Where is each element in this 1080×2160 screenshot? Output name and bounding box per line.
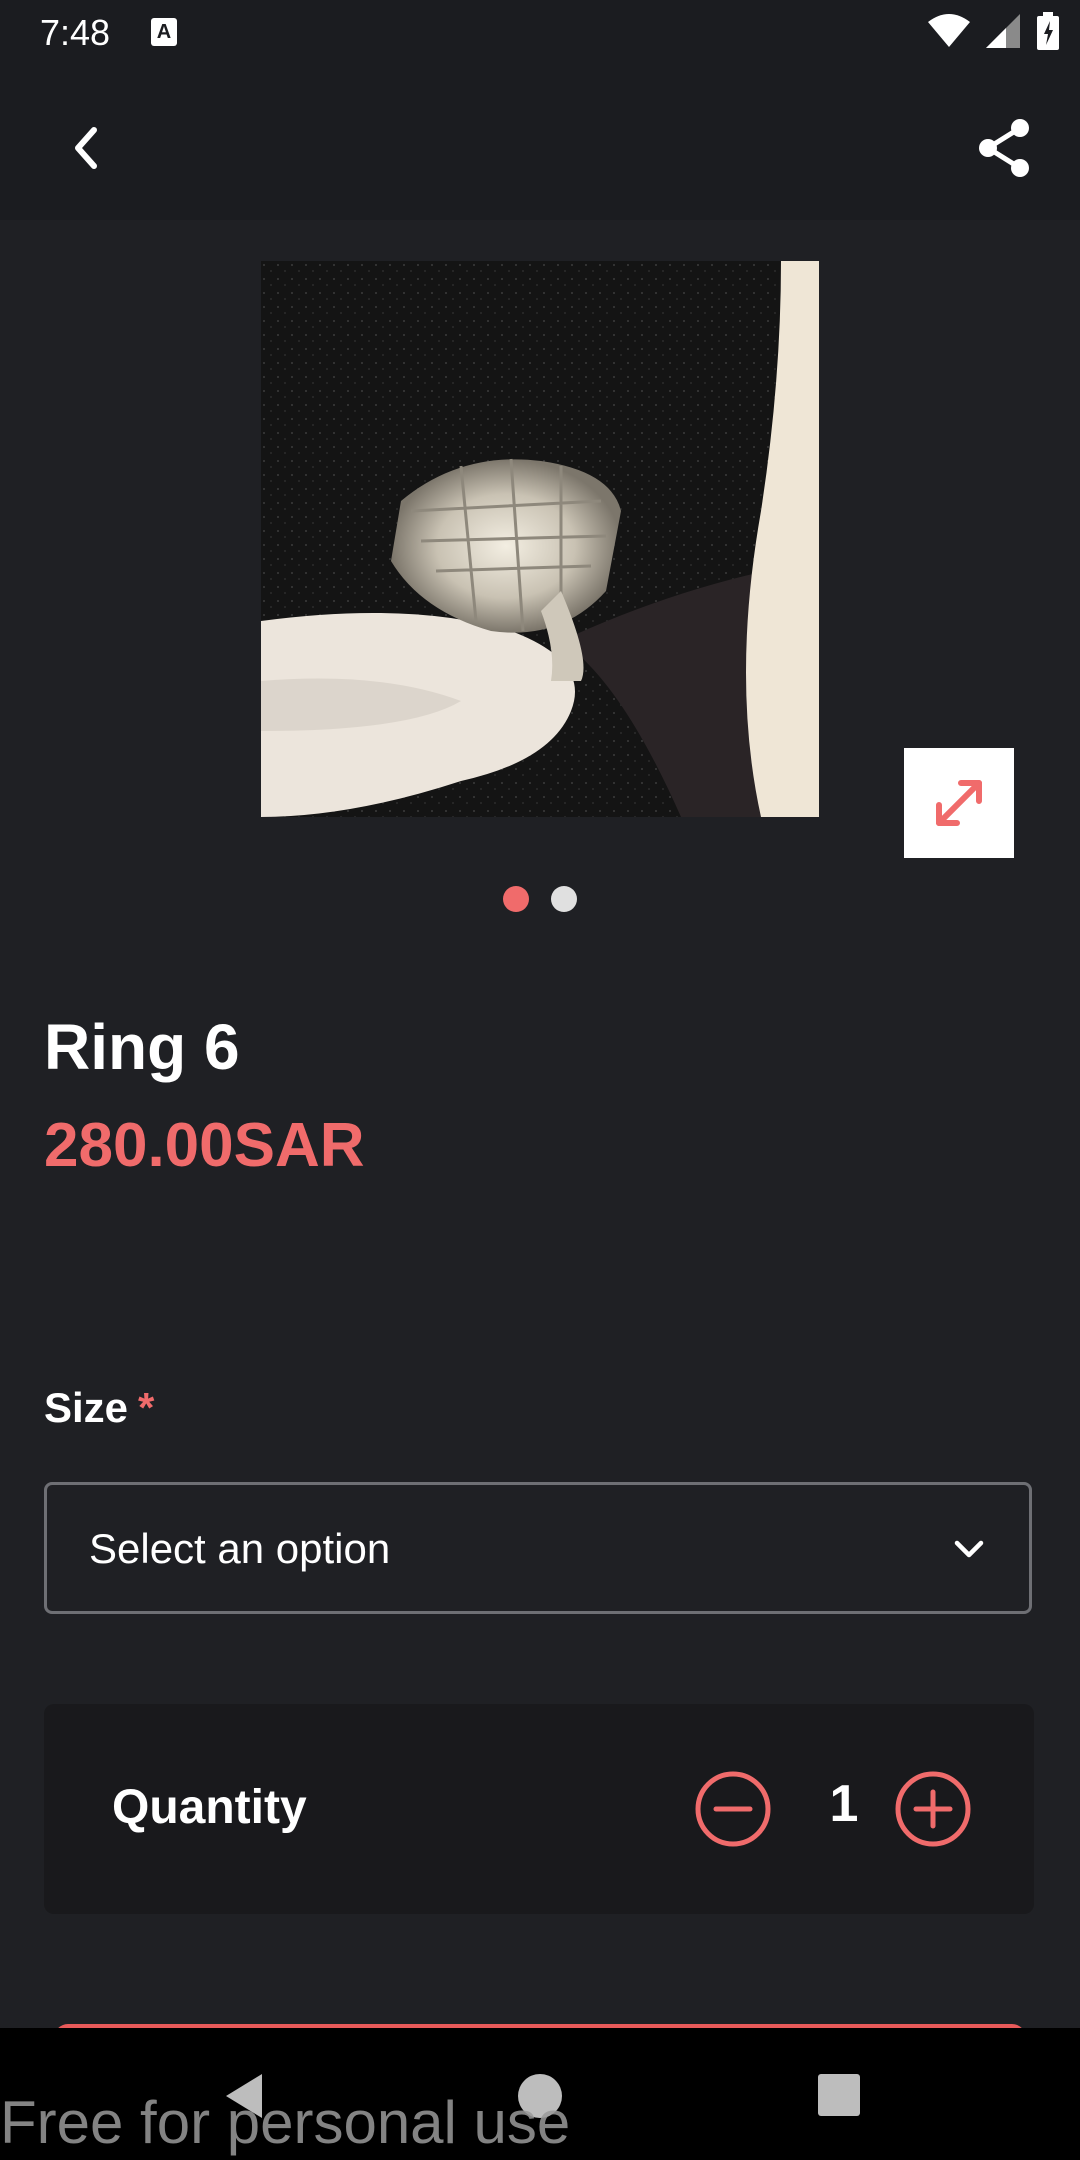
- ring-photo: [261, 261, 819, 817]
- app-bar: [0, 68, 1080, 220]
- chevron-down-icon: [954, 1540, 984, 1558]
- chevron-left-icon: [75, 127, 97, 169]
- status-bar: 7:48 A: [0, 0, 1080, 68]
- watermark: Free for personal use: [0, 2089, 571, 2156]
- battery-icon: [1037, 12, 1059, 50]
- pagination-dot-active[interactable]: [503, 886, 529, 912]
- signal-icon: [986, 14, 1020, 48]
- decrease-quantity-button[interactable]: [694, 1770, 772, 1848]
- notification-icon: A: [151, 18, 177, 46]
- share-icon: [979, 119, 1029, 177]
- size-label-text: Size: [44, 1384, 129, 1431]
- product-image[interactable]: [261, 261, 819, 817]
- expand-icon: [936, 780, 982, 826]
- pagination-dot[interactable]: [551, 886, 577, 912]
- quantity-label: Quantity: [112, 1781, 307, 1834]
- required-mark: *: [138, 1384, 155, 1431]
- size-label: Size *: [44, 1384, 154, 1432]
- share-button[interactable]: [968, 112, 1040, 184]
- status-time: 7:48: [40, 12, 111, 53]
- back-button[interactable]: [50, 112, 122, 184]
- increase-quantity-button[interactable]: [894, 1770, 972, 1848]
- status-icons: [928, 12, 1060, 50]
- size-select[interactable]: Select an option: [44, 1482, 1032, 1614]
- nav-recents-icon[interactable]: [818, 2074, 860, 2116]
- product-price: 280.00SAR: [44, 1111, 365, 1180]
- quantity-card: Quantity 1: [44, 1704, 1034, 1914]
- quantity-value: 1: [829, 1775, 859, 1833]
- size-select-value: Select an option: [89, 1525, 391, 1572]
- zoom-button[interactable]: [904, 748, 1014, 858]
- product-title: Ring 6: [44, 1011, 240, 1083]
- gallery-pagination: [0, 886, 1080, 912]
- wifi-icon: [928, 14, 970, 47]
